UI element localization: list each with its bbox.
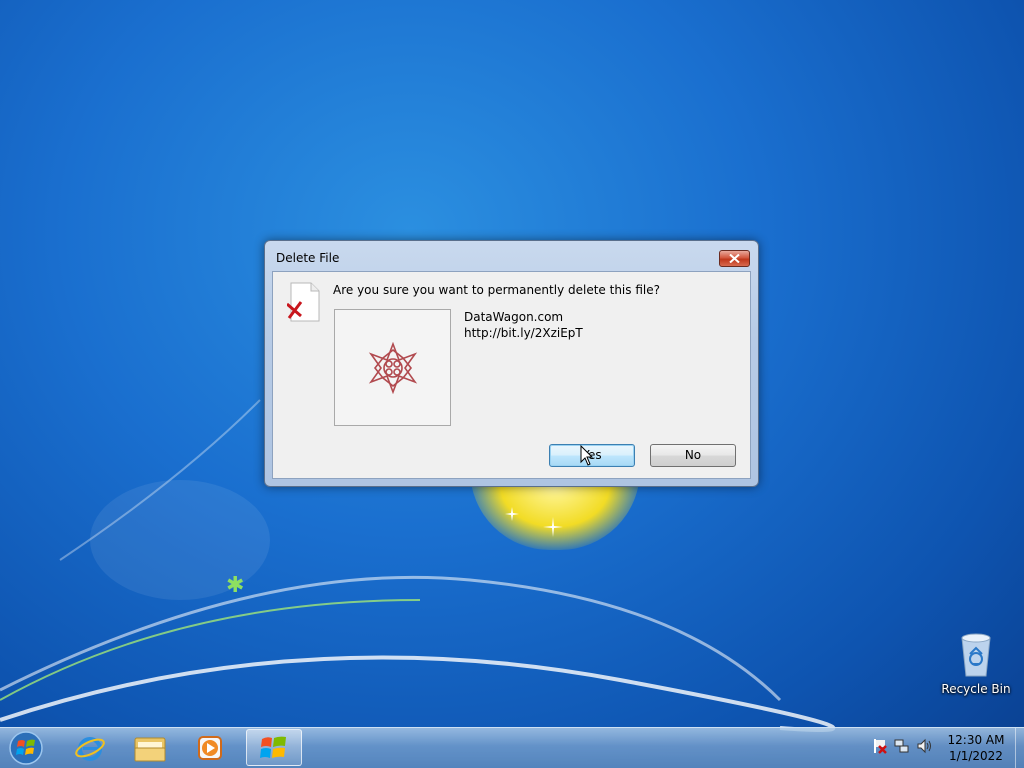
confirm-message: Are you sure you want to permanently del… [333, 283, 660, 297]
file-info: DataWagon.com http://bit.ly/2XziEpT [464, 309, 583, 341]
windows-flag-icon [260, 736, 286, 758]
taskbar-media-player[interactable] [182, 729, 238, 766]
delete-file-icon [286, 282, 321, 322]
show-desktop-button[interactable] [1015, 728, 1024, 768]
desktop-icon-label: Recycle Bin [941, 682, 1011, 696]
start-button[interactable] [4, 729, 48, 767]
file-detail: http://bit.ly/2XziEpT [464, 326, 583, 340]
folder-icon [134, 737, 166, 761]
taskbar-internet-explorer[interactable] [62, 729, 118, 766]
dialog-titlebar[interactable]: Delete File [265, 241, 758, 271]
file-name: DataWagon.com [464, 310, 564, 324]
windows-start-icon [9, 731, 43, 765]
taskbar-active-window[interactable] [246, 729, 302, 766]
recycle-bin-icon [956, 630, 996, 678]
close-button[interactable] [719, 250, 750, 267]
taskbar-clock[interactable]: 12:30 AM 1/1/2022 [938, 732, 1014, 764]
clock-date: 1/1/2022 [949, 749, 1003, 763]
desktop-icon-recycle-bin[interactable]: Recycle Bin [940, 630, 1012, 696]
dialog-title: Delete File [276, 251, 340, 265]
internet-explorer-icon [75, 736, 105, 761]
action-center-icon[interactable] [872, 738, 888, 754]
taskbar: 12:30 AM 1/1/2022 [0, 727, 1024, 768]
system-tray [872, 738, 932, 754]
clock-time: 12:30 AM [947, 733, 1005, 747]
yes-button[interactable]: Yes [549, 444, 635, 467]
media-player-icon [198, 735, 222, 760]
svg-text:✱: ✱ [226, 573, 244, 598]
volume-icon[interactable] [916, 738, 932, 754]
taskbar-windows-explorer[interactable] [122, 729, 178, 766]
close-icon [729, 254, 740, 263]
file-thumbnail [334, 309, 451, 426]
delete-file-dialog: Delete File Are you sure you want to per… [264, 240, 759, 487]
network-icon[interactable] [894, 738, 910, 754]
dialog-body: Are you sure you want to permanently del… [272, 271, 751, 479]
no-button[interactable]: No [650, 444, 736, 467]
file-thumbnail-icon [368, 341, 417, 394]
